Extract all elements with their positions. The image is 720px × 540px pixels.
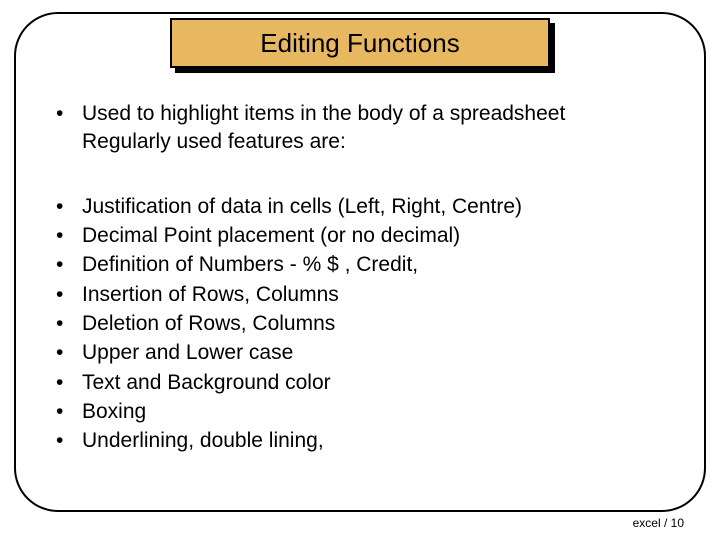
feature-text: Definition of Numbers - % $ , Credit, [82,251,666,279]
title-box: Editing Functions [170,18,550,68]
intro-line1: Used to highlight items in the body of a… [82,100,666,128]
feature-text: Upper and Lower case [82,339,666,367]
list-item: • Decimal Point placement (or no decimal… [56,222,666,250]
bullet-icon: • [56,281,82,309]
bullet-icon: • [56,398,82,426]
bullet-icon: • [56,100,82,128]
slide-title: Editing Functions [260,28,459,59]
bullet-icon: • [56,310,82,338]
list-item: • Insertion of Rows, Columns [56,281,666,309]
bullet-icon: • [56,251,82,279]
feature-text: Underlining, double lining, [82,427,666,455]
feature-text: Deletion of Rows, Columns [82,310,666,338]
list-item: • Definition of Numbers - % $ , Credit, [56,251,666,279]
feature-list: • Justification of data in cells (Left, … [56,193,666,456]
slide-content: • Used to highlight items in the body of… [56,100,666,457]
bullet-icon: • [56,193,82,221]
feature-text: Boxing [82,398,666,426]
list-item: • Justification of data in cells (Left, … [56,193,666,221]
bullet-icon: • [56,427,82,455]
list-item: • Deletion of Rows, Columns [56,310,666,338]
list-item: • Text and Background color [56,369,666,397]
feature-text: Justification of data in cells (Left, Ri… [82,193,666,221]
bullet-icon: • [56,339,82,367]
bullet-icon: • [56,222,82,250]
list-item: • Boxing [56,398,666,426]
list-item: • Upper and Lower case [56,339,666,367]
feature-text: Insertion of Rows, Columns [82,281,666,309]
bullet-icon: • [56,369,82,397]
slide-footer: excel / 10 [633,516,684,530]
feature-text: Decimal Point placement (or no decimal) [82,222,666,250]
list-item: • Underlining, double lining, [56,427,666,455]
intro-block: • Used to highlight items in the body of… [56,100,666,157]
intro-bullet: • Used to highlight items in the body of… [56,100,666,128]
intro-line2: Regularly used features are: [56,128,666,156]
feature-text: Text and Background color [82,369,666,397]
